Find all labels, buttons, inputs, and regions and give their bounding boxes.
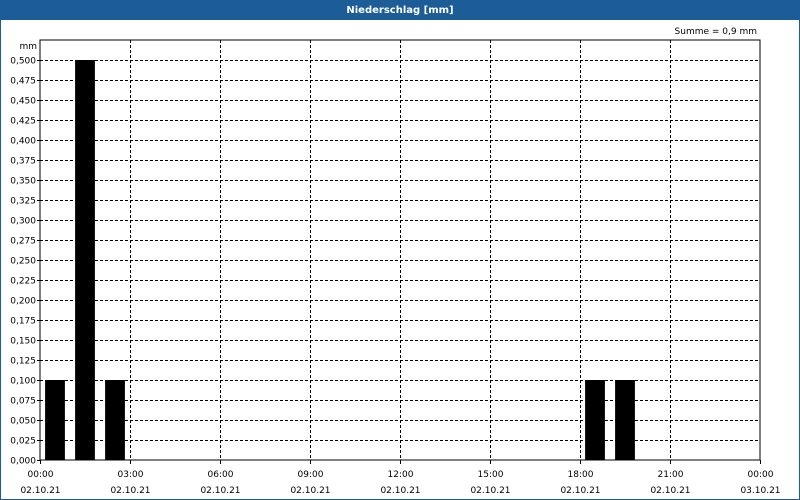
y-tick-label: 0,000 bbox=[10, 457, 36, 467]
x-tick-date-label: 02.10.21 bbox=[470, 486, 510, 496]
y-tick-label: 0,350 bbox=[10, 177, 36, 187]
x-tick-date-label: 02.10.21 bbox=[20, 486, 60, 496]
y-tick-label: 0,025 bbox=[10, 437, 36, 447]
precipitation-chart: 0,000 0,025 0,050 0,075 0,100 0,125 0,150 0,175… bbox=[10, 27, 781, 496]
x-tick-time-label: 09:00 bbox=[298, 470, 324, 480]
y-tick-label: 0,125 bbox=[10, 357, 36, 367]
x-tick-date-label: 02.10.21 bbox=[110, 486, 150, 496]
y-tick-label: 0,500 bbox=[10, 57, 36, 67]
grid-lines bbox=[40, 40, 760, 460]
y-tick-label: 0,425 bbox=[10, 117, 36, 127]
y-tick-label: 0,225 bbox=[10, 277, 36, 287]
precipitation-bar bbox=[585, 380, 605, 460]
x-tick-time-label: 21:00 bbox=[658, 470, 684, 480]
y-tick-label: 0,150 bbox=[10, 337, 36, 347]
x-tick-date-label: 02.10.21 bbox=[290, 486, 330, 496]
x-tick-time-label: 00:00 bbox=[748, 470, 774, 480]
y-tick-label: 0,200 bbox=[10, 297, 36, 307]
y-tick-label: 0,375 bbox=[10, 157, 36, 167]
x-axis-ticks: 00:00 02.10.21 03:00 02.10.21 06:00 02.10.21 0… bbox=[20, 460, 781, 496]
y-tick-label: 0,175 bbox=[10, 317, 36, 327]
x-tick-time-label: 18:00 bbox=[568, 470, 594, 480]
x-tick-date-label: 02.10.21 bbox=[200, 486, 240, 496]
precipitation-bar bbox=[105, 380, 125, 460]
y-tick-label: 0,325 bbox=[10, 197, 36, 207]
x-tick-date-label: 02.10.21 bbox=[650, 486, 690, 496]
y-tick-label: 0,250 bbox=[10, 257, 36, 267]
precipitation-bar bbox=[75, 60, 95, 460]
sum-annotation: Summe = 0,9 mm bbox=[675, 27, 757, 37]
x-tick-time-label: 15:00 bbox=[478, 470, 504, 480]
y-tick-label: 0,475 bbox=[10, 77, 36, 87]
y-axis-label: mm bbox=[19, 42, 37, 52]
x-tick-time-label: 00:00 bbox=[28, 470, 54, 480]
y-tick-label: 0,300 bbox=[10, 217, 36, 227]
y-tick-label: 0,400 bbox=[10, 137, 36, 147]
y-tick-label: 0,275 bbox=[10, 237, 36, 247]
y-tick-label: 0,050 bbox=[10, 417, 36, 427]
y-tick-label: 0,075 bbox=[10, 397, 36, 407]
precipitation-bar bbox=[615, 380, 635, 460]
x-tick-time-label: 06:00 bbox=[208, 470, 234, 480]
x-tick-time-label: 03:00 bbox=[118, 470, 144, 480]
x-tick-date-label: 02.10.21 bbox=[560, 486, 600, 496]
x-tick-time-label: 12:00 bbox=[388, 470, 414, 480]
x-tick-date-label: 03.10.21 bbox=[740, 486, 780, 496]
precipitation-bar bbox=[45, 380, 65, 460]
y-tick-label: 0,100 bbox=[10, 377, 36, 387]
x-tick-date-label: 02.10.21 bbox=[380, 486, 420, 496]
y-axis-ticks: 0,000 0,025 0,050 0,075 0,100 0,125 0,150 0,175… bbox=[10, 57, 40, 467]
y-tick-label: 0,450 bbox=[10, 97, 36, 107]
